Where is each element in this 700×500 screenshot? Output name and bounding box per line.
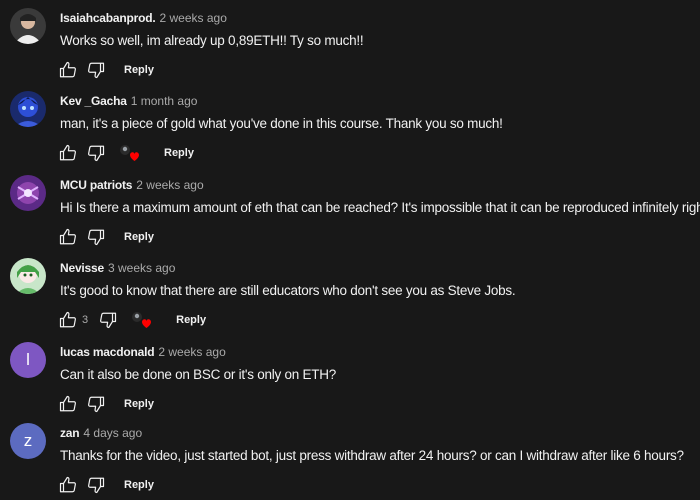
comments-list: Isaiahcabanprod. 2 weeks ago Works so wel… [0, 0, 700, 500]
like-button[interactable] [58, 310, 78, 330]
comment-header: Kev _Gacha 1 month ago [60, 93, 197, 109]
comment-header: zan 4 days ago [60, 425, 142, 441]
author-name[interactable]: Isaiahcabanprod. [60, 11, 156, 25]
avatar-letter: l [26, 350, 30, 369]
comment-item: Kev _Gacha 1 month ago man, it's a piece … [0, 91, 700, 171]
reply-button[interactable]: Reply [170, 312, 212, 328]
comment-text: Thanks for the video, just started bot, … [60, 448, 684, 463]
reply-button[interactable]: Reply [118, 62, 160, 78]
avatar[interactable]: z [10, 423, 46, 459]
avatar[interactable] [10, 8, 46, 44]
comment-actions: Reply [58, 475, 160, 495]
comment-actions: Reply [58, 60, 160, 80]
like-button[interactable] [58, 475, 78, 495]
user-avatar-photo [10, 258, 46, 294]
dislike-button[interactable] [86, 475, 106, 495]
comment-actions: Reply [58, 227, 160, 247]
avatar[interactable] [10, 258, 46, 294]
thumbs-down-icon [88, 229, 105, 246]
user-avatar-photo [10, 8, 46, 44]
user-avatar-photo [10, 91, 46, 127]
avatar[interactable] [10, 175, 46, 211]
thumbs-down-icon [88, 477, 105, 494]
comment-text: It's good to know that there are still e… [60, 283, 516, 298]
thumbs-up-icon [59, 395, 76, 412]
comment-item: MCU patriots 2 weeks ago Hi Is there a ma… [0, 175, 700, 255]
comment-header: Isaiahcabanprod. 2 weeks ago [60, 10, 227, 26]
comment-time[interactable]: 4 days ago [83, 426, 142, 440]
avatar[interactable] [10, 91, 46, 127]
author-name[interactable]: Kev _Gacha [60, 94, 127, 108]
reply-button[interactable]: Reply [118, 477, 160, 493]
author-name[interactable]: zan [60, 426, 80, 440]
comment-header: Nevisse 3 weeks ago [60, 260, 175, 276]
comment-header: lucas macdonald 2 weeks ago [60, 344, 226, 360]
comment-text: Hi Is there a maximum amount of eth that… [60, 200, 700, 215]
reply-button[interactable]: Reply [158, 145, 200, 161]
creator-heart-icon [120, 145, 139, 161]
thumbs-up-icon [59, 228, 76, 245]
author-name[interactable]: lucas macdonald [60, 345, 155, 359]
comment-time[interactable]: 3 weeks ago [108, 261, 175, 275]
comment-item: l lucas macdonald 2 weeks ago Can it also… [0, 342, 700, 422]
thumbs-up-icon [59, 311, 76, 328]
avatar[interactable]: l [10, 342, 46, 378]
avatar-letter: z [23, 431, 33, 450]
like-count: 3 [82, 314, 89, 326]
comment-item: Isaiahcabanprod. 2 weeks ago Works so wel… [0, 8, 700, 88]
creator-heart-badge [118, 143, 142, 163]
comment-actions: Reply [58, 143, 200, 163]
comment-item: Nevisse 3 weeks ago It's good to know tha… [0, 258, 700, 338]
like-button[interactable] [58, 227, 78, 247]
comment-actions: 3 Reply [58, 310, 212, 330]
comment-header: MCU patriots 2 weeks ago [60, 177, 204, 193]
author-name[interactable]: Nevisse [60, 261, 104, 275]
thumbs-down-icon [100, 312, 117, 329]
dislike-button[interactable] [98, 310, 118, 330]
like-button[interactable] [58, 60, 78, 80]
comment-time[interactable]: 2 weeks ago [160, 11, 227, 25]
creator-heart-badge [130, 310, 154, 330]
thumbs-down-icon [88, 396, 105, 413]
comment-time[interactable]: 2 weeks ago [136, 178, 203, 192]
comment-text: Can it also be done on BSC or it's only … [60, 367, 336, 382]
thumbs-down-icon [88, 145, 105, 162]
reply-button[interactable]: Reply [118, 396, 160, 412]
dislike-button[interactable] [86, 60, 106, 80]
thumbs-down-icon [88, 62, 105, 79]
comment-text: Works so well, im already up 0,89ETH!! T… [60, 33, 364, 48]
comment-text: man, it's a piece of gold what you've do… [60, 116, 503, 131]
dislike-button[interactable] [86, 143, 106, 163]
like-button[interactable] [58, 394, 78, 414]
dislike-button[interactable] [86, 394, 106, 414]
comment-time[interactable]: 2 weeks ago [158, 345, 225, 359]
creator-heart-icon [132, 312, 152, 328]
dislike-button[interactable] [86, 227, 106, 247]
reply-button[interactable]: Reply [118, 229, 160, 245]
thumbs-up-icon [59, 476, 76, 493]
thumbs-up-icon [59, 144, 76, 161]
comment-actions: Reply [58, 394, 160, 414]
author-name[interactable]: MCU patriots [60, 178, 132, 192]
thumbs-up-icon [59, 61, 76, 78]
comment-item: z zan 4 days ago Thanks for the video, ju… [0, 423, 700, 500]
user-avatar-photo [10, 175, 46, 211]
comment-time[interactable]: 1 month ago [131, 94, 198, 108]
like-button[interactable] [58, 143, 78, 163]
